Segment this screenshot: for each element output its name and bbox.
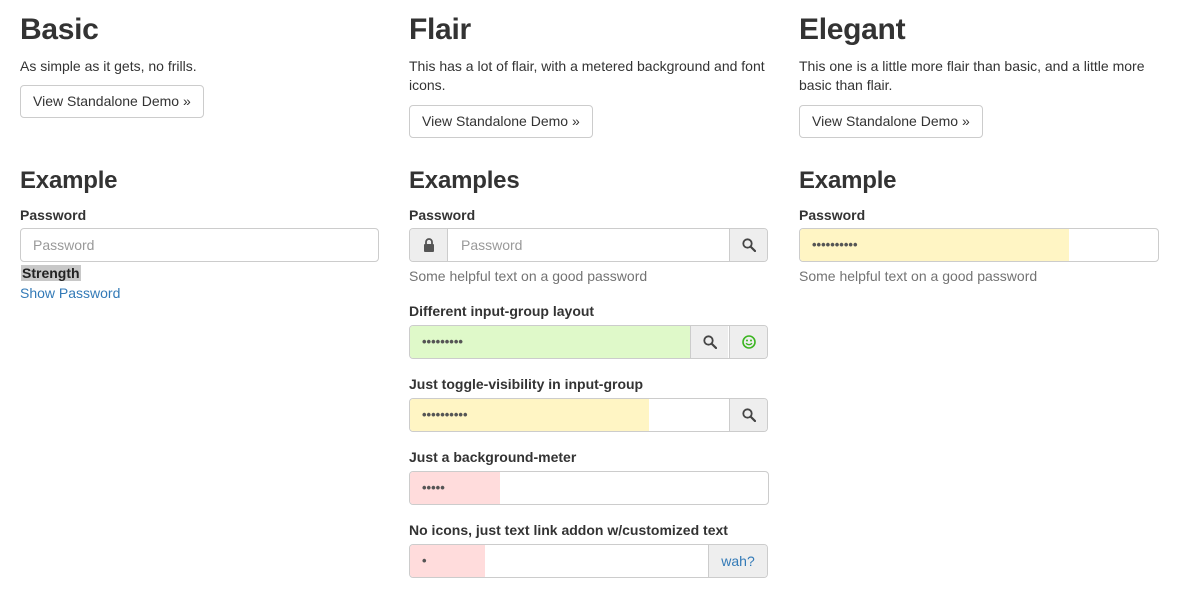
smiley-icon xyxy=(729,326,767,358)
flair-demo-button[interactable]: View Standalone Demo » xyxy=(409,105,593,138)
basic-demo-button[interactable]: View Standalone Demo » xyxy=(20,85,204,118)
basic-password-field xyxy=(20,228,379,262)
bg-meter-password-value[interactable]: ••••• xyxy=(422,472,445,503)
layout-password-group: ••••••••• xyxy=(409,325,768,359)
elegant-password-label: Password xyxy=(799,207,866,223)
search-icon[interactable] xyxy=(729,399,767,431)
basic-password-input[interactable] xyxy=(21,229,378,261)
search-icon[interactable] xyxy=(690,326,728,358)
search-icon[interactable] xyxy=(729,229,767,261)
flair-password-group xyxy=(409,228,768,262)
elegant-help-text: Some helpful text on a good password xyxy=(799,268,1038,284)
basic-example-heading: Example xyxy=(20,167,118,194)
basic-description: As simple as it gets, no frills. xyxy=(20,58,197,74)
toggle-password-value[interactable]: •••••••••• xyxy=(422,399,468,430)
text-link-password-value[interactable]: • xyxy=(422,545,427,576)
elegant-demo-button[interactable]: View Standalone Demo » xyxy=(799,105,983,138)
basic-strength-label: Strength xyxy=(21,265,81,281)
elegant-password-value[interactable]: •••••••••• xyxy=(812,229,858,260)
text-link-password-group: • wah? xyxy=(409,544,768,578)
flair-description: This has a lot of flair, with a metered … xyxy=(409,58,765,93)
bg-meter-label: Just a background-meter xyxy=(409,449,577,465)
flair-help-text: Some helpful text on a good password xyxy=(409,268,648,284)
flair-title: Flair xyxy=(409,13,471,46)
basic-title: Basic xyxy=(20,13,99,46)
show-password-link[interactable]: Show Password xyxy=(20,284,120,302)
elegant-example-heading: Example xyxy=(799,167,897,194)
wah-link-addon[interactable]: wah? xyxy=(708,545,767,577)
layout-label: Different input-group layout xyxy=(409,303,595,319)
toggle-password-group: •••••••••• xyxy=(409,398,768,432)
toggle-label: Just toggle-visibility in input-group xyxy=(409,376,644,392)
basic-password-label: Password xyxy=(20,207,87,223)
elegant-password-field: •••••••••• xyxy=(799,228,1159,262)
bg-meter-password-field: ••••• xyxy=(409,471,769,505)
text-link-label: No icons, just text link addon w/customi… xyxy=(409,522,728,538)
elegant-description: This one is a little more flair than bas… xyxy=(799,58,1145,93)
lock-icon xyxy=(410,229,448,261)
flair-password-input[interactable] xyxy=(449,229,728,261)
flair-example-heading: Examples xyxy=(409,167,520,194)
elegant-title: Elegant xyxy=(799,13,906,46)
layout-password-value[interactable]: ••••••••• xyxy=(422,326,463,357)
flair-password-label: Password xyxy=(409,207,476,223)
